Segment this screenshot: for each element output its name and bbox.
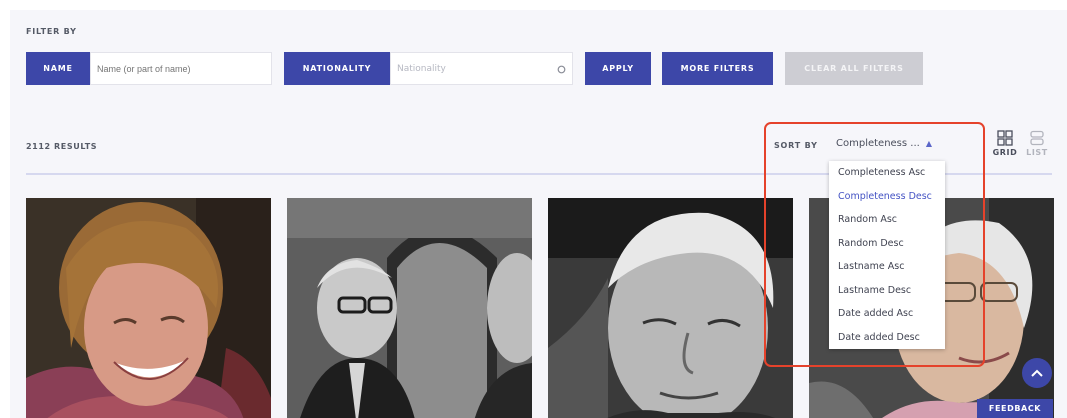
- person-card[interactable]: [548, 198, 793, 418]
- person-card[interactable]: [287, 198, 532, 418]
- person-card[interactable]: [26, 198, 271, 418]
- list-icon: [1030, 130, 1044, 146]
- scroll-to-top-button[interactable]: [1022, 358, 1052, 388]
- grid-view-toggle[interactable]: GRID: [990, 130, 1020, 157]
- chevron-up-icon: [1031, 369, 1043, 377]
- nationality-placeholder: Nationality: [397, 63, 446, 74]
- grid-icon: [997, 130, 1013, 146]
- sort-highlight-box: [764, 122, 985, 367]
- person-photo: [287, 198, 532, 418]
- list-label: LIST: [1026, 148, 1048, 157]
- search-panel: FILTER BY NAME NATIONALITY Nationality A…: [10, 10, 1067, 418]
- list-view-toggle[interactable]: LIST: [1022, 130, 1052, 157]
- more-filters-button[interactable]: MORE FILTERS: [662, 52, 773, 85]
- apply-button[interactable]: APPLY: [585, 52, 651, 85]
- results-count: 2112 RESULTS: [26, 142, 98, 151]
- grid-label: GRID: [992, 148, 1018, 157]
- filter-heading: FILTER BY: [26, 27, 77, 36]
- clear-all-filters-button[interactable]: CLEAR ALL FILTERS: [785, 52, 923, 85]
- feedback-button[interactable]: FEEDBACK: [977, 399, 1053, 418]
- name-input[interactable]: [90, 52, 272, 85]
- nationality-filter-label: NATIONALITY: [284, 52, 390, 85]
- nationality-select[interactable]: Nationality: [390, 52, 573, 85]
- name-filter-label: NAME: [26, 52, 90, 85]
- person-photo: [26, 198, 271, 418]
- circle-indicator-icon: [557, 65, 566, 74]
- person-photo: [548, 198, 793, 418]
